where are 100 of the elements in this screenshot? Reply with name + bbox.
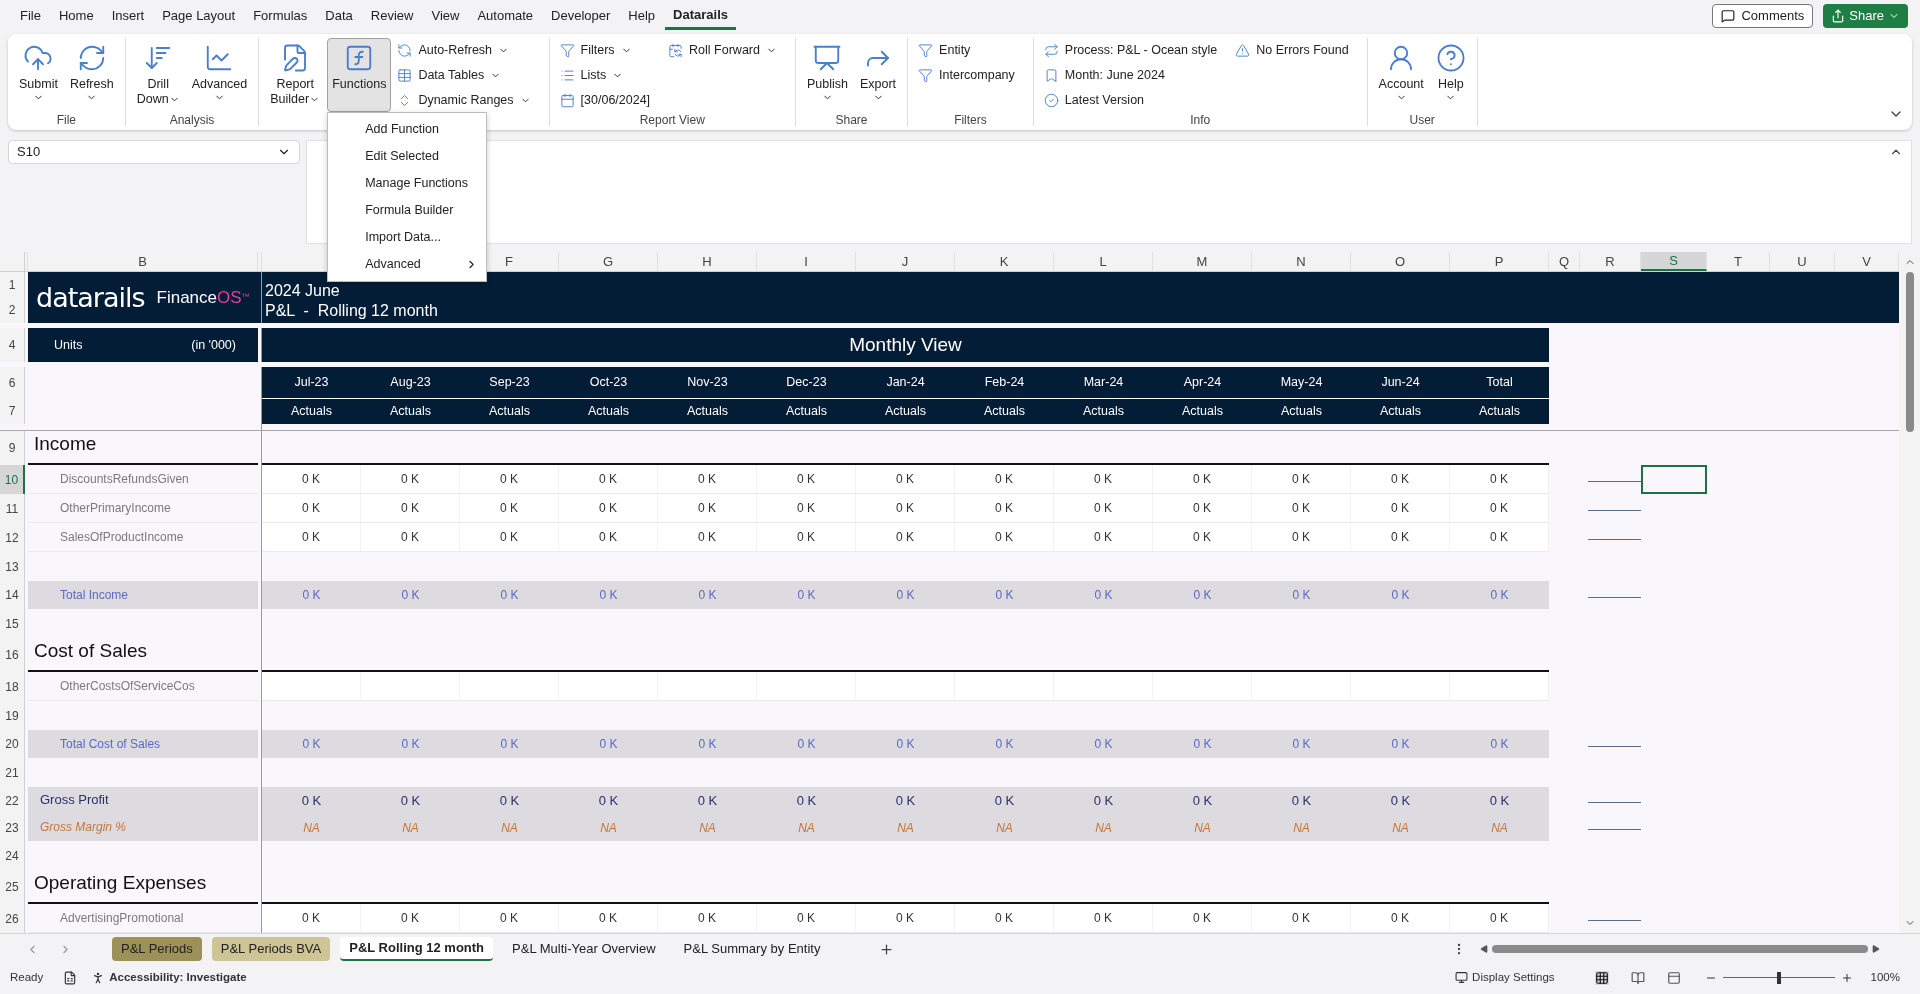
row-header[interactable]: 23 bbox=[0, 814, 25, 841]
menu-tab[interactable]: View bbox=[423, 2, 468, 30]
ribbon-button[interactable]: Filters bbox=[559, 38, 651, 63]
row-header[interactable]: 10 bbox=[0, 465, 25, 494]
vertical-scrollbar[interactable] bbox=[1899, 252, 1920, 933]
column-header[interactable]: F bbox=[460, 252, 559, 271]
horizontal-scrollbar[interactable] bbox=[1480, 943, 1880, 955]
column-header[interactable]: L bbox=[1054, 252, 1153, 271]
column-header[interactable]: G bbox=[559, 252, 658, 271]
row-header[interactable]: 6 bbox=[0, 367, 25, 398]
row-header[interactable]: 20 bbox=[0, 730, 25, 758]
row-header[interactable]: 11 bbox=[0, 494, 25, 523]
menu-tab[interactable]: Review bbox=[362, 2, 422, 30]
row-header[interactable]: 24 bbox=[0, 841, 25, 870]
column-header[interactable]: U bbox=[1770, 252, 1835, 271]
zoom-slider-thumb[interactable] bbox=[1776, 971, 1781, 984]
page-layout-icon[interactable] bbox=[1630, 970, 1645, 985]
sheet-tab[interactable]: P&L Multi-Year Overview bbox=[503, 937, 665, 961]
menu-tab[interactable]: Help bbox=[620, 2, 664, 30]
selected-cell[interactable] bbox=[1641, 465, 1707, 494]
row-header[interactable]: 15 bbox=[0, 609, 25, 638]
page-break-icon[interactable] bbox=[1666, 970, 1681, 985]
ribbon-button[interactable]: Report Builder bbox=[265, 38, 326, 112]
column-header[interactable]: T bbox=[1707, 252, 1770, 271]
column-header[interactable]: H bbox=[658, 252, 757, 271]
add-sheet-icon[interactable] bbox=[879, 941, 895, 957]
column-header[interactable]: M bbox=[1153, 252, 1252, 271]
normal-view-icon[interactable] bbox=[1594, 970, 1609, 985]
menu-tab[interactable]: Formulas bbox=[245, 2, 316, 30]
scroll-right-icon[interactable] bbox=[1872, 945, 1880, 953]
scroll-left-icon[interactable] bbox=[1480, 945, 1488, 953]
menu-tab[interactable]: Datarails bbox=[665, 2, 736, 30]
ribbon-button[interactable]: Intercompany bbox=[918, 63, 1015, 88]
ribbon-button[interactable]: Publish bbox=[801, 38, 853, 112]
menu-tab[interactable]: Page Layout bbox=[154, 2, 244, 30]
ribbon-button[interactable]: Month: June 2024 bbox=[1043, 63, 1218, 88]
row-header[interactable]: 19 bbox=[0, 701, 25, 730]
menu-item[interactable]: Edit Selected bbox=[328, 143, 487, 170]
menu-item[interactable]: Manage Functions bbox=[328, 170, 487, 197]
column-header[interactable]: B bbox=[28, 252, 258, 271]
menu-item[interactable]: Import Data... bbox=[328, 224, 487, 251]
column-header[interactable]: S bbox=[1641, 252, 1707, 271]
menu-tab[interactable]: File bbox=[12, 2, 49, 30]
row-header[interactable]: 12 bbox=[0, 523, 25, 552]
menu-item[interactable]: Add Function bbox=[328, 116, 487, 143]
sheet-tab[interactable]: P&L Periods BVA bbox=[211, 937, 331, 961]
sheet-tab[interactable]: P&L Periods bbox=[112, 937, 202, 961]
ribbon-button[interactable]: No Errors Found bbox=[1235, 38, 1349, 63]
row-header[interactable]: 2 bbox=[0, 297, 25, 323]
ribbon-button[interactable]: Advanced bbox=[186, 38, 253, 112]
column-header[interactable]: P bbox=[1450, 252, 1549, 271]
row-header[interactable]: 22 bbox=[0, 787, 25, 814]
column-header[interactable]: I bbox=[757, 252, 856, 271]
ribbon-button[interactable]: Roll Forward bbox=[668, 38, 777, 63]
scroll-thumb[interactable] bbox=[1905, 272, 1914, 432]
row-header[interactable]: 14 bbox=[0, 581, 25, 609]
ribbon-button[interactable]: Submit bbox=[14, 38, 63, 112]
zoom-in-icon[interactable] bbox=[1840, 971, 1853, 984]
menu-tab[interactable]: Insert bbox=[103, 2, 153, 30]
sheet-tab[interactable]: P&L Summary by Entity bbox=[674, 937, 830, 961]
ribbon-button[interactable]: Export bbox=[854, 38, 902, 112]
share-button[interactable]: Share bbox=[1823, 4, 1908, 28]
row-header[interactable]: 4 bbox=[0, 328, 25, 362]
menu-tab[interactable]: Developer bbox=[543, 2, 619, 30]
column-header[interactable]: J bbox=[856, 252, 955, 271]
sheet-tab[interactable]: P&L Rolling 12 month bbox=[340, 937, 494, 961]
row-header[interactable]: 1 bbox=[0, 272, 25, 298]
ribbon-button[interactable]: Data Tables bbox=[397, 63, 531, 88]
macro-icon[interactable] bbox=[63, 970, 78, 985]
comments-button[interactable]: Comments bbox=[1712, 4, 1814, 28]
ribbon-button[interactable]: Latest Version bbox=[1043, 88, 1218, 113]
menu-item[interactable]: Formula Builder bbox=[328, 197, 487, 224]
display-settings-button[interactable]: Display Settings bbox=[1455, 968, 1555, 987]
row-header[interactable]: 26 bbox=[0, 904, 25, 933]
menu-tab[interactable]: Automate bbox=[469, 2, 542, 30]
ribbon-button[interactable]: Help bbox=[1430, 38, 1471, 112]
row-header[interactable]: 25 bbox=[0, 870, 25, 904]
ribbon-button[interactable]: [30/06/2024] bbox=[559, 88, 651, 113]
row-header[interactable]: 7 bbox=[0, 398, 25, 424]
ribbon-button[interactable]: Dynamic Ranges bbox=[397, 88, 531, 113]
ribbon-button[interactable]: Lists bbox=[559, 63, 651, 88]
name-box[interactable]: S10 bbox=[8, 140, 300, 164]
menu-tab[interactable]: Home bbox=[50, 2, 102, 30]
ribbon-button[interactable]: Account bbox=[1373, 38, 1429, 112]
ribbon-button[interactable]: Entity bbox=[918, 38, 1015, 63]
row-header[interactable]: 18 bbox=[0, 672, 25, 701]
ribbon-button[interactable]: Refresh bbox=[64, 38, 119, 112]
accessibility-button[interactable]: Accessibility: Investigate bbox=[91, 968, 247, 987]
column-header[interactable]: Q bbox=[1549, 252, 1580, 271]
ribbon-button[interactable]: Functions bbox=[327, 38, 392, 112]
row-header[interactable]: 13 bbox=[0, 552, 25, 581]
menu-tab[interactable]: Data bbox=[317, 2, 361, 30]
column-header[interactable]: K bbox=[955, 252, 1054, 271]
column-header[interactable]: N bbox=[1252, 252, 1351, 271]
ribbon-button[interactable]: Process: P&L - Ocean style bbox=[1043, 38, 1218, 63]
ribbon-button[interactable]: Drill Down bbox=[131, 38, 185, 112]
ribbon-button[interactable]: Auto-Refresh bbox=[397, 38, 531, 63]
row-header[interactable]: 9 bbox=[0, 431, 25, 465]
row-header[interactable]: 21 bbox=[0, 758, 25, 787]
column-header[interactable]: O bbox=[1351, 252, 1450, 271]
